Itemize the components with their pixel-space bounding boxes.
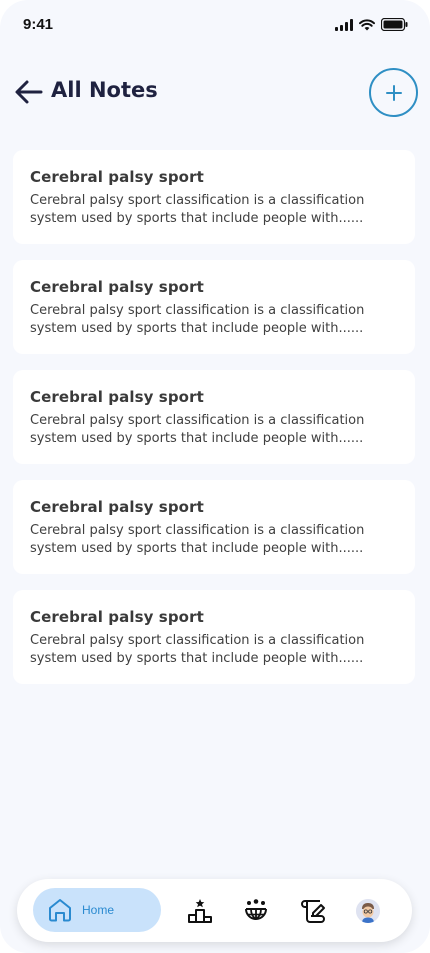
note-preview: Cerebral palsy sport classification is a…: [30, 302, 398, 338]
back-arrow-icon[interactable]: [14, 79, 44, 105]
note-preview: Cerebral palsy sport classification is a…: [30, 522, 398, 558]
wifi-icon: [359, 18, 375, 30]
podium-icon[interactable]: [186, 897, 214, 925]
note-preview: Cerebral palsy sport classification is a…: [30, 412, 398, 448]
note-preview-line: Cerebral palsy sport classification is a…: [30, 523, 365, 538]
notes-list: Cerebral palsy sport Cerebral palsy spor…: [13, 150, 415, 700]
profile-avatar[interactable]: [356, 899, 380, 923]
note-card[interactable]: Cerebral palsy sport Cerebral palsy spor…: [13, 150, 415, 244]
note-preview-line: Cerebral palsy sport classification is a…: [30, 193, 365, 208]
community-globe-icon[interactable]: [242, 897, 270, 925]
phone-screen: 9:41 All Notes Cerebral palsy sport Cere…: [0, 0, 430, 953]
note-preview: Cerebral palsy sport classification is a…: [30, 632, 398, 668]
nav-home-label: Home: [82, 903, 115, 917]
status-time: 9:41: [23, 16, 54, 33]
note-title: Cerebral palsy sport: [30, 168, 204, 186]
note-preview-line: system used by sports that include peopl…: [30, 211, 364, 226]
bottom-navigation: Home: [17, 879, 412, 942]
script-edit-icon[interactable]: [299, 897, 327, 925]
note-preview-line: Cerebral palsy sport classification is a…: [30, 633, 365, 648]
note-card[interactable]: Cerebral palsy sport Cerebral palsy spor…: [13, 370, 415, 464]
note-preview-line: system used by sports that include peopl…: [30, 541, 364, 556]
note-title: Cerebral palsy sport: [30, 388, 204, 406]
avatar-face-icon: [356, 899, 380, 923]
nav-home-tab[interactable]: Home: [33, 888, 161, 932]
note-preview-line: Cerebral palsy sport classification is a…: [30, 413, 365, 428]
home-icon: [49, 899, 71, 922]
status-icons: [335, 18, 408, 31]
status-bar: 9:41: [0, 0, 430, 50]
note-title: Cerebral palsy sport: [30, 498, 204, 516]
note-preview-line: system used by sports that include peopl…: [30, 321, 364, 336]
note-title: Cerebral palsy sport: [30, 608, 204, 626]
note-preview: Cerebral palsy sport classification is a…: [30, 192, 398, 228]
note-card[interactable]: Cerebral palsy sport Cerebral palsy spor…: [13, 260, 415, 354]
add-note-button[interactable]: [369, 68, 418, 117]
plus-icon: [385, 84, 402, 101]
note-title: Cerebral palsy sport: [30, 278, 204, 296]
note-card[interactable]: Cerebral palsy sport Cerebral palsy spor…: [13, 590, 415, 684]
battery-icon: [381, 18, 408, 31]
note-preview-line: Cerebral palsy sport classification is a…: [30, 303, 365, 318]
note-card[interactable]: Cerebral palsy sport Cerebral palsy spor…: [13, 480, 415, 574]
page-title: All Notes: [51, 78, 158, 102]
cellular-signal-icon: [335, 18, 353, 31]
note-preview-line: system used by sports that include peopl…: [30, 651, 364, 666]
note-preview-line: system used by sports that include peopl…: [30, 431, 364, 446]
header: All Notes: [0, 60, 430, 124]
